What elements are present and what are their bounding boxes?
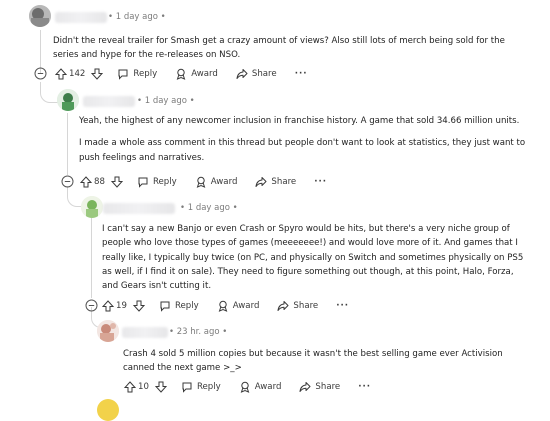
share-icon <box>277 301 289 311</box>
downvote-icon <box>154 381 167 393</box>
vote-count: 88 <box>94 177 105 187</box>
more-icon: ··· <box>358 382 372 392</box>
comment-body: Didn't the reveal trailer for Smash get … <box>53 34 523 63</box>
comment-actions: 142 Reply Award Share ··· <box>55 66 308 82</box>
share-button[interactable]: Share <box>299 381 340 393</box>
award-label: Award <box>191 69 218 79</box>
share-icon <box>255 177 267 187</box>
reply-button[interactable]: Reply <box>117 68 157 80</box>
reply-button[interactable]: Reply <box>159 300 199 312</box>
award-label: Award <box>210 177 238 187</box>
comment-paragraph: I made a whole ass comment in this threa… <box>79 138 526 163</box>
reply-icon <box>160 301 170 312</box>
upvote-button[interactable] <box>124 381 136 393</box>
reply-button[interactable]: Reply <box>137 176 177 188</box>
share-label: Share <box>251 69 277 79</box>
award-button[interactable]: Award <box>239 381 282 393</box>
more-options-button[interactable]: ··· <box>358 382 371 392</box>
reply-label: Reply <box>133 69 158 79</box>
downvote-icon <box>132 300 145 312</box>
upvote-icon <box>124 381 136 393</box>
award-label: Award <box>232 301 260 311</box>
vote-count: 142 <box>69 69 86 79</box>
avatar[interactable] <box>57 89 79 111</box>
avatar[interactable] <box>29 5 51 27</box>
avatar[interactable] <box>81 196 103 218</box>
comment-body: I can't say a new Banjo or even Crash or… <box>102 222 530 293</box>
share-label: Share <box>293 301 319 311</box>
thread-line-2 <box>67 113 68 175</box>
downvote-icon <box>91 68 104 80</box>
reply-label: Reply <box>196 382 221 392</box>
share-icon <box>299 382 311 392</box>
award-button[interactable]: Award <box>195 176 238 188</box>
avatar[interactable] <box>97 320 119 342</box>
share-label: Share <box>315 382 341 392</box>
timestamp: • 1 day ago • <box>137 96 195 106</box>
comment-actions: 88 Reply Award Share ··· <box>80 174 327 190</box>
username[interactable] <box>103 203 175 214</box>
award-icon <box>176 68 186 80</box>
collapse-icon[interactable] <box>61 175 74 188</box>
more-options-button[interactable]: ··· <box>314 177 327 187</box>
share-icon <box>236 69 248 79</box>
share-button[interactable]: Share <box>277 300 318 312</box>
share-button[interactable]: Share <box>255 176 296 188</box>
comment-paragraph: Yeah, the highest of any newcomer inclus… <box>79 116 520 126</box>
username[interactable] <box>83 96 135 107</box>
more-options-button[interactable]: ··· <box>336 301 349 311</box>
more-icon: ··· <box>336 301 350 311</box>
comment-body: Yeah, the highest of any newcomer inclus… <box>79 114 529 165</box>
upvote-icon <box>55 68 67 80</box>
upvote-button[interactable] <box>55 68 67 80</box>
award-button[interactable]: Award <box>217 300 260 312</box>
reply-label: Reply <box>152 177 177 187</box>
comment-body: Crash 4 sold 5 million copies but becaus… <box>123 347 523 376</box>
upvote-button[interactable] <box>80 176 92 188</box>
reply-icon <box>182 382 192 393</box>
more-options-button[interactable]: ··· <box>295 69 308 79</box>
timestamp: • 1 day ago • <box>108 12 166 22</box>
thread-line-3 <box>91 218 92 298</box>
comment-paragraph: Didn't the reveal trailer for Smash get … <box>53 36 505 61</box>
collapse-icon[interactable] <box>34 67 47 80</box>
downvote-button[interactable] <box>91 68 104 80</box>
reply-label: Reply <box>174 301 199 311</box>
award-icon <box>196 176 206 188</box>
upvote-icon <box>80 176 92 188</box>
collapse-icon[interactable] <box>85 299 98 312</box>
reply-icon <box>138 177 148 188</box>
more-icon: ··· <box>294 69 308 79</box>
share-button[interactable]: Share <box>236 68 277 80</box>
comment-paragraph: Crash 4 sold 5 million copies but becaus… <box>123 349 503 374</box>
timestamp: • 1 day ago • <box>180 203 238 213</box>
upvote-icon <box>102 300 114 312</box>
downvote-button[interactable] <box>132 300 145 312</box>
vote-count: 19 <box>116 301 127 311</box>
downvote-button[interactable] <box>154 381 167 393</box>
share-label: Share <box>271 177 297 187</box>
award-button[interactable]: Award <box>175 68 218 80</box>
award-label: Award <box>254 382 282 392</box>
downvote-button[interactable] <box>110 176 123 188</box>
reply-button[interactable]: Reply <box>181 381 221 393</box>
comment-actions: 10 Reply Award Share ··· <box>124 379 371 395</box>
more-icon: ··· <box>314 177 328 187</box>
downvote-icon <box>110 176 123 188</box>
reply-icon <box>118 69 128 80</box>
timestamp: • 23 hr. ago • <box>169 327 228 337</box>
vote-count: 10 <box>138 382 149 392</box>
award-icon <box>240 381 250 393</box>
username[interactable] <box>55 12 107 23</box>
comment-actions: 19 Reply Award Share ··· <box>102 298 349 314</box>
username[interactable] <box>122 327 168 338</box>
upvote-button[interactable] <box>102 300 114 312</box>
avatar[interactable] <box>97 399 119 421</box>
comment-paragraph: I can't say a new Banjo or even Crash or… <box>102 224 524 292</box>
award-icon <box>218 300 228 312</box>
